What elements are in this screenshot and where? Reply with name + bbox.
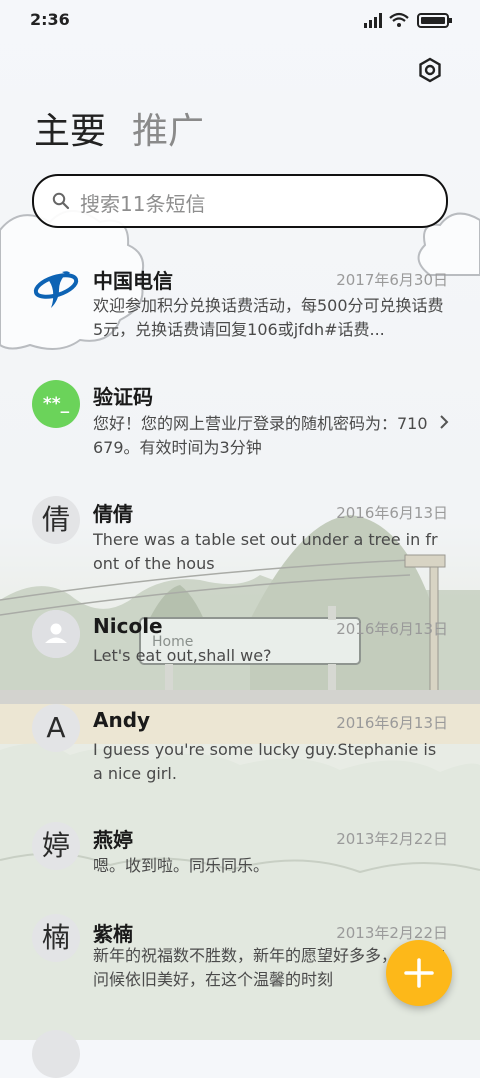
- message-date: 2016年6月13日: [336, 504, 448, 522]
- sender-name: 倩倩: [93, 502, 133, 526]
- message-preview: Let's eat out,shall we?: [93, 646, 272, 665]
- sender-name: Nicole: [93, 614, 163, 638]
- tab-main[interactable]: 主要: [34, 110, 106, 154]
- avatar: [32, 264, 80, 312]
- conversation-item-nicole[interactable]: Nicole 2016年6月13日 Let's eat out,shall we…: [0, 606, 480, 686]
- search-icon: [52, 192, 70, 210]
- message-preview: 您好！您的网上营业厅登录的随机密码为：710679。有效时间为3分钟: [93, 414, 428, 457]
- avatar: [32, 610, 80, 658]
- message-date: 2017年6月30日: [336, 271, 448, 289]
- sender-name: 紫楠: [93, 922, 133, 946]
- sender-name: 验证码: [93, 385, 153, 409]
- settings-button[interactable]: [414, 54, 446, 86]
- sender-name: 中国电信: [93, 269, 173, 293]
- new-message-button[interactable]: [386, 940, 452, 1006]
- avatar: A: [32, 704, 80, 752]
- avatar: 楠: [32, 914, 80, 962]
- avatar: **_: [32, 380, 80, 428]
- message-preview: I guess you're some lucky guy.Stephanie …: [93, 740, 437, 783]
- wifi-icon: [389, 12, 409, 27]
- conversation-item-andy[interactable]: A Andy 2016年6月13日 I guess you're some lu…: [0, 700, 480, 800]
- sender-name: 燕婷: [93, 828, 133, 852]
- message-preview: 欢迎参加积分兑换话费活动，每500分可兑换话费5元，兑换话费请回复106或jfd…: [93, 296, 444, 339]
- chevron-right-icon[interactable]: [434, 412, 454, 432]
- person-icon: [32, 610, 80, 658]
- avatar: 倩: [32, 496, 80, 544]
- search-placeholder: 搜索11条短信: [80, 192, 206, 216]
- status-bar: 2:36: [0, 0, 480, 40]
- battery-icon: [417, 13, 452, 28]
- conversation-item-verification-code[interactable]: **_ 验证码 您好！您的网上营业厅登录的随机密码为：710679。有效时间为3…: [0, 370, 480, 470]
- message-preview: 嗯。收到啦。同乐同乐。: [93, 856, 270, 875]
- conversation-item-yanting[interactable]: 婷 燕婷 2013年2月22日 嗯。收到啦。同乐同乐。: [0, 816, 480, 896]
- gear-icon: [419, 57, 441, 83]
- conversation-item-qianqian[interactable]: 倩 倩倩 2016年6月13日 There was a table set ou…: [0, 486, 480, 586]
- message-date: 2013年2月22日: [336, 830, 448, 848]
- sender-name: Andy: [93, 708, 151, 732]
- avatar: 婷: [32, 822, 80, 870]
- message-date: 2016年6月13日: [336, 714, 448, 732]
- china-telecom-logo: [33, 271, 79, 308]
- message-preview: There was a table set out under a tree i…: [93, 530, 438, 573]
- search-input[interactable]: 搜索11条短信: [32, 174, 448, 228]
- tab-promotion[interactable]: 推广: [132, 110, 204, 154]
- status-icons: [364, 12, 452, 28]
- conversation-item-china-telecom[interactable]: 中国电信 2017年6月30日 欢迎参加积分兑换话费活动，每500分可兑换话费5…: [0, 252, 480, 352]
- message-date: 2016年6月13日: [336, 620, 448, 638]
- plus-icon: [404, 958, 434, 988]
- signal-icon: [364, 13, 382, 28]
- avatar-partial: [32, 1030, 80, 1078]
- status-time: 2:36: [30, 10, 70, 29]
